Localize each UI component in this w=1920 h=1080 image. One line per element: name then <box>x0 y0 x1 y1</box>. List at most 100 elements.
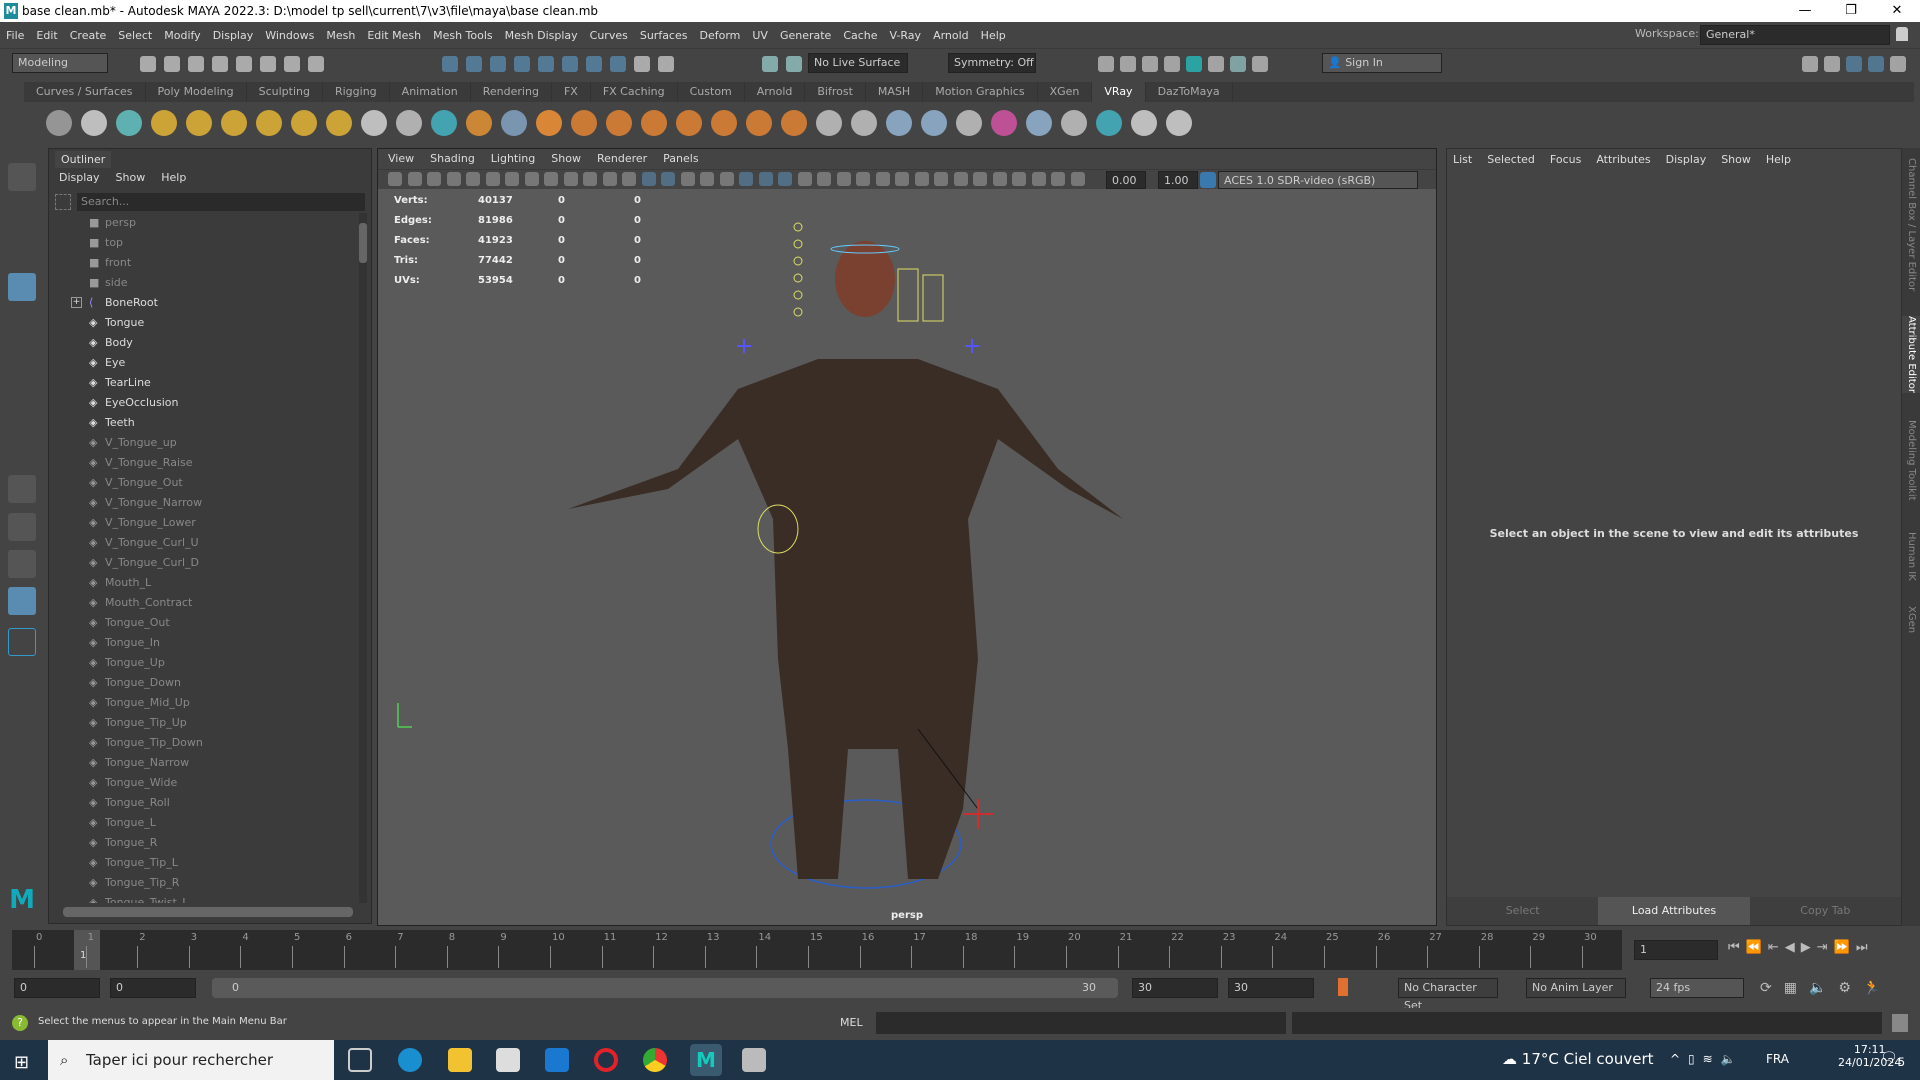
statusline-tool-icon[interactable] <box>188 56 204 72</box>
panel-layout-icon[interactable] <box>1824 56 1840 72</box>
menu-modify[interactable]: Modify <box>164 29 200 42</box>
weather-widget[interactable]: ☁ 17°C Ciel couvert <box>1502 1050 1654 1068</box>
outliner-menu-help[interactable]: Help <box>161 171 186 184</box>
shelf-tool-icon[interactable] <box>1026 110 1052 136</box>
viewport-tool-icon[interactable] <box>446 172 461 186</box>
outliner-layout-icon[interactable] <box>8 587 36 615</box>
tab-human-ik[interactable]: Human IK <box>1902 532 1920 581</box>
workspace-select[interactable]: General* <box>1700 25 1890 45</box>
mail-icon[interactable] <box>545 1048 569 1072</box>
symmetry-select[interactable]: Symmetry: Off <box>948 53 1036 73</box>
shelf-tool-icon[interactable] <box>361 110 387 136</box>
viewport-menu-show[interactable]: Show <box>551 149 581 169</box>
outliner-item[interactable]: ◈ Tongue_Down <box>49 673 355 693</box>
viewport-tool-icon[interactable] <box>583 172 597 186</box>
restore-button[interactable]: ❐ <box>1828 0 1874 22</box>
viewport-tool-icon[interactable] <box>875 172 890 186</box>
character-set-select[interactable]: No Character Set <box>1398 978 1498 1012</box>
viewport-tool-icon[interactable] <box>485 172 500 186</box>
shelf-tab-vray[interactable]: VRay <box>1092 82 1146 102</box>
shelf-tool-icon[interactable] <box>396 110 422 136</box>
shelf-tool-icon[interactable] <box>816 110 842 136</box>
shelf-tab-bifrost[interactable]: Bifrost <box>805 82 866 102</box>
menu-help[interactable]: Help <box>981 29 1006 42</box>
shelf-tool-icon[interactable] <box>571 110 597 136</box>
viewport-tool-icon[interactable] <box>524 172 539 186</box>
menu-mesh[interactable]: Mesh <box>326 29 355 42</box>
playback-options-icons[interactable]: ⟳▦🔈⚙🏃 <box>1760 980 1892 996</box>
viewport-menu-view[interactable]: View <box>388 149 414 169</box>
notifications-icon[interactable]: 🗨5 <box>1880 1050 1905 1069</box>
four-view-icon[interactable] <box>8 513 36 541</box>
viewport-tool-icon[interactable] <box>680 172 695 186</box>
statusline-tool-icon[interactable] <box>308 56 324 72</box>
shelf-tool-icon[interactable] <box>1061 110 1087 136</box>
shelf-tool-icon[interactable] <box>641 110 667 136</box>
menu-v-ray[interactable]: V-Ray <box>890 29 922 42</box>
shelf-tool-icon[interactable] <box>1096 110 1122 136</box>
viewport-tool-icon[interactable] <box>914 172 929 186</box>
viewport-tool-icon[interactable] <box>1012 172 1026 186</box>
attr-menu-attributes[interactable]: Attributes <box>1596 153 1650 166</box>
menu-edit[interactable]: Edit <box>36 29 57 42</box>
viewport-tool-icon[interactable] <box>797 172 812 186</box>
panel-layout-icon[interactable] <box>1868 56 1884 72</box>
shelf-tool-icon[interactable] <box>326 110 352 136</box>
fps-select[interactable]: 24 fps <box>1650 978 1744 998</box>
statusline-tool-icon[interactable] <box>442 56 458 72</box>
outliner-item[interactable]: ◈ Tongue_R <box>49 833 355 853</box>
viewport-tool-icon[interactable] <box>992 172 1007 186</box>
attr-menu-list[interactable]: List <box>1453 153 1472 166</box>
shelf-tool-icon[interactable] <box>606 110 632 136</box>
shelf-tab-curves-surfaces[interactable]: Curves / Surfaces <box>24 82 146 102</box>
statusline-tool-icon[interactable] <box>490 56 506 72</box>
menu-generate[interactable]: Generate <box>780 29 831 42</box>
load-attributes-button[interactable]: Load Attributes <box>1598 897 1750 925</box>
outliner-item[interactable]: ■ front <box>49 253 355 273</box>
outliner-item[interactable]: ◈ Tongue_Mid_Up <box>49 693 355 713</box>
time-slider[interactable]: 1 0 1 2 3 4 5 6 7 8 9 10 11 12 13 14 15 16 17 18 19 20 21 22 23… <box>12 930 1622 970</box>
outliner-item[interactable]: ◈ V_Tongue_up <box>49 433 355 453</box>
tab-attribute-editor[interactable]: Attribute Editor <box>1902 316 1920 393</box>
viewport-tool-icon[interactable] <box>544 172 558 186</box>
render-tool-icon[interactable] <box>1120 56 1136 72</box>
outliner-item[interactable]: ◈ Tongue_Wide <box>49 773 355 793</box>
move-tool-icon[interactable] <box>8 273 36 301</box>
outliner-item[interactable]: ◈ TearLine <box>49 373 355 393</box>
lock-icon[interactable] <box>1896 27 1908 41</box>
viewport-tool-icon[interactable] <box>641 172 656 186</box>
outliner-item[interactable]: ■ persp <box>49 213 355 233</box>
outliner-item[interactable]: ◈ Tongue_Roll <box>49 793 355 813</box>
shelf-tab-fx[interactable]: FX <box>552 82 591 102</box>
viewport-menu-panels[interactable]: Panels <box>663 149 698 169</box>
statusline-tool-icon[interactable] <box>610 56 626 72</box>
outliner-item[interactable]: ◈ Tongue_Out <box>49 613 355 633</box>
outliner-item[interactable]: ◈ Tongue_Tip_Down <box>49 733 355 753</box>
shelf-tab-poly-modeling[interactable]: Poly Modeling <box>146 82 247 102</box>
statusline-tool-icon[interactable] <box>236 56 252 72</box>
outliner-item[interactable]: ◈ Tongue_Tip_L <box>49 853 355 873</box>
shelf-tab-daztomaya[interactable]: DazToMaya <box>1146 82 1233 102</box>
outliner-item[interactable]: ◈ Tongue_In <box>49 633 355 653</box>
viewport-tool-icon[interactable] <box>388 172 402 186</box>
outliner-item[interactable]: ◈ Mouth_L <box>49 573 355 593</box>
copy-tab-button[interactable]: Copy Tab <box>1750 897 1901 925</box>
outliner-item[interactable]: ◈ EyeOcclusion <box>49 393 355 413</box>
menu-surfaces[interactable]: Surfaces <box>640 29 688 42</box>
anim-layer-select[interactable]: No Anim Layer <box>1526 978 1626 998</box>
menu-create[interactable]: Create <box>70 29 107 42</box>
playback-start-field[interactable]: 0 <box>110 978 196 998</box>
menu-display[interactable]: Display <box>213 29 254 42</box>
menu-cache[interactable]: Cache <box>843 29 877 42</box>
tab-channel-box[interactable]: Channel Box / Layer Editor <box>1902 158 1920 291</box>
viewport-tool-icon[interactable] <box>973 172 987 186</box>
two-view-icon[interactable] <box>8 550 36 578</box>
shelf-tool-icon[interactable] <box>151 110 177 136</box>
lasso-tool-icon[interactable] <box>8 200 36 228</box>
viewport-tool-icon[interactable] <box>836 172 851 186</box>
shelf-tool-icon[interactable] <box>886 110 912 136</box>
viewport-tool-icon[interactable] <box>758 172 773 186</box>
menu-mesh-display[interactable]: Mesh Display <box>505 29 578 42</box>
render-tool-icon[interactable] <box>1098 56 1114 72</box>
outliner-item[interactable]: ◈ Tongue_L <box>49 813 355 833</box>
